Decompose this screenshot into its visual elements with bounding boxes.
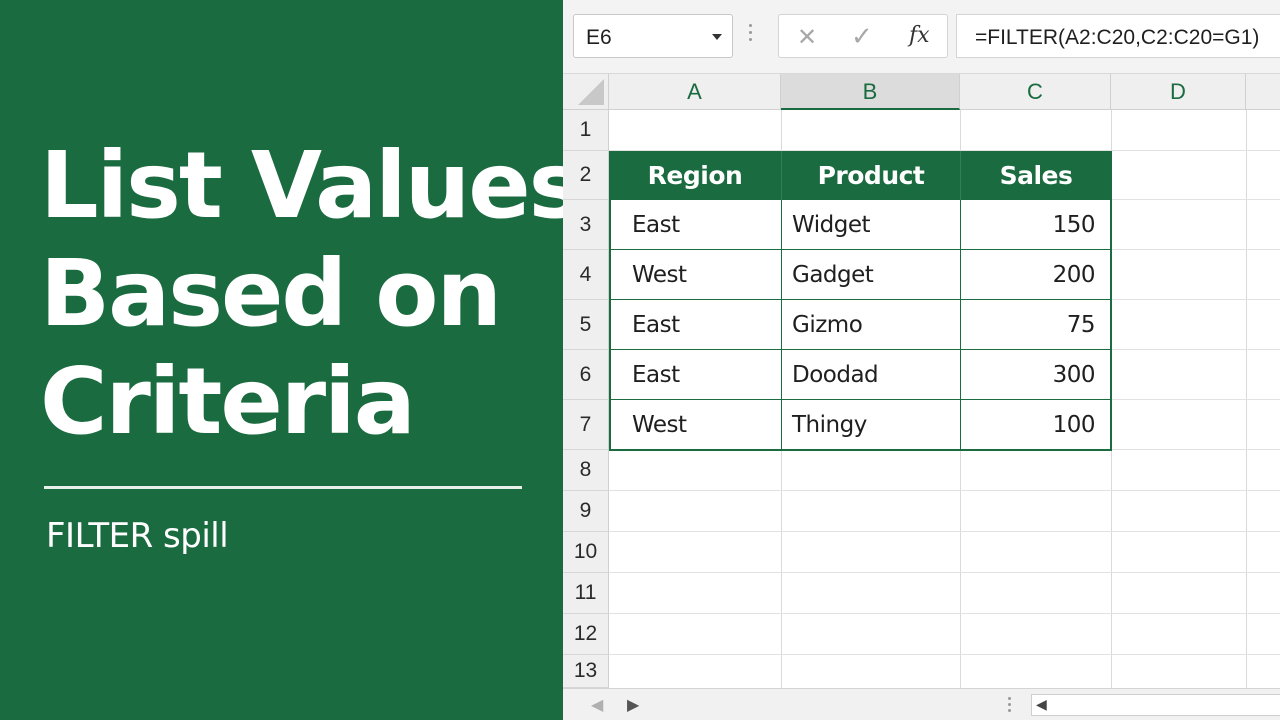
table-border — [609, 249, 1111, 250]
column-header-a[interactable]: A — [609, 74, 781, 110]
table-cell-region[interactable]: West — [609, 250, 781, 300]
subtitle: FILTER spill — [46, 516, 229, 556]
gridline — [1111, 399, 1280, 400]
name-box-value: E6 — [586, 26, 612, 49]
table-border — [609, 151, 611, 451]
row-header-9[interactable]: 9 — [563, 491, 609, 532]
scroll-tabs-left-icon[interactable]: ◀ — [591, 695, 603, 715]
title-divider — [44, 486, 522, 489]
table-cell-product[interactable]: Widget — [781, 200, 960, 250]
table-cell-sales[interactable]: 200 — [960, 250, 1111, 300]
row-header-8[interactable]: 8 — [563, 450, 609, 491]
chevron-down-icon[interactable] — [712, 34, 722, 40]
table-cell-product[interactable]: Gadget — [781, 250, 960, 300]
gridline — [609, 654, 1280, 655]
column-header-c[interactable]: C — [960, 74, 1111, 110]
row-header-3[interactable]: 3 — [563, 200, 609, 250]
scroll-tabs-right-icon[interactable]: ▶ — [627, 695, 639, 715]
gridline — [1111, 249, 1280, 250]
row-header-7[interactable]: 7 — [563, 400, 609, 450]
insert-function-icon[interactable]: fx — [909, 23, 930, 48]
formula-bar: E6 ✕ ✓ fx =FILTER(A2:C20,C2:C20=G1) — [563, 0, 1280, 74]
close-icon[interactable]: ✕ — [797, 23, 817, 52]
table-cell-sales[interactable]: 100 — [960, 400, 1111, 450]
select-all-corner[interactable] — [563, 74, 609, 110]
gridline — [1111, 299, 1280, 300]
table-cell-sales[interactable]: 300 — [960, 350, 1111, 400]
gridline — [1111, 199, 1280, 200]
splitter-icon[interactable] — [1008, 697, 1011, 715]
table-border — [609, 449, 1111, 451]
gridline — [609, 613, 1280, 614]
row-header-4[interactable]: 4 — [563, 250, 609, 300]
formula-text: =FILTER(A2:C20,C2:C20=G1) — [975, 26, 1260, 49]
row-header-2[interactable]: 2 — [563, 151, 609, 200]
table-border — [609, 299, 1111, 300]
gridline — [609, 531, 1280, 532]
column-header-e[interactable] — [1246, 74, 1280, 110]
row-header-12[interactable]: 12 — [563, 614, 609, 655]
formula-controls: ✕ ✓ fx — [778, 14, 948, 58]
row-header-1[interactable]: 1 — [563, 110, 609, 151]
row-header-6[interactable]: 6 — [563, 350, 609, 400]
name-box[interactable]: E6 — [573, 14, 733, 58]
title-line-1: List Values — [40, 132, 583, 239]
table-border — [960, 200, 961, 450]
table-border — [609, 349, 1111, 350]
row-header-10[interactable]: 10 — [563, 532, 609, 573]
table-header-region[interactable]: Region — [609, 151, 781, 200]
column-header-d[interactable]: D — [1111, 74, 1246, 110]
table-border — [781, 200, 782, 450]
gridline — [1111, 449, 1280, 450]
table-cell-region[interactable]: East — [609, 350, 781, 400]
table-border — [1110, 151, 1112, 451]
table-cell-product[interactable]: Doodad — [781, 350, 960, 400]
row-header-11[interactable]: 11 — [563, 573, 609, 614]
row-header-5[interactable]: 5 — [563, 300, 609, 350]
spreadsheet: E6 ✕ ✓ fx =FILTER(A2:C20,C2:C20=G1) A B … — [563, 0, 1280, 720]
table-header-product[interactable]: Product — [781, 151, 960, 200]
title-line-2: Based on — [40, 240, 502, 347]
title-panel: List Values Based on Criteria FILTER spi… — [0, 0, 583, 720]
table-cell-region[interactable]: East — [609, 200, 781, 250]
main-title: List Values Based on Criteria — [40, 132, 583, 456]
formula-input[interactable]: =FILTER(A2:C20,C2:C20=G1) — [956, 14, 1280, 58]
row-header-13[interactable]: 13 — [563, 655, 609, 688]
check-icon[interactable]: ✓ — [851, 21, 873, 52]
table-cell-product[interactable]: Gizmo — [781, 300, 960, 350]
gridline — [1111, 349, 1280, 350]
table-cell-sales[interactable]: 150 — [960, 200, 1111, 250]
table-cell-region[interactable]: East — [609, 300, 781, 350]
table-border — [609, 399, 1111, 400]
table-cell-product[interactable]: Thingy — [781, 400, 960, 450]
table-header-sales[interactable]: Sales — [960, 151, 1111, 200]
gridline — [609, 572, 1280, 573]
sheet-tabs-bar: ◀ ▶ ◀ — [563, 688, 1280, 720]
scroll-left-icon[interactable]: ◀ — [1036, 696, 1047, 713]
table-cell-region[interactable]: West — [609, 400, 781, 450]
column-header-b[interactable]: B — [781, 74, 960, 110]
gridline — [609, 490, 1280, 491]
title-line-3: Criteria — [40, 348, 416, 455]
horizontal-scrollbar[interactable]: ◀ — [1031, 694, 1280, 716]
table-cell-sales[interactable]: 75 — [960, 300, 1111, 350]
more-options-icon[interactable] — [749, 24, 753, 46]
